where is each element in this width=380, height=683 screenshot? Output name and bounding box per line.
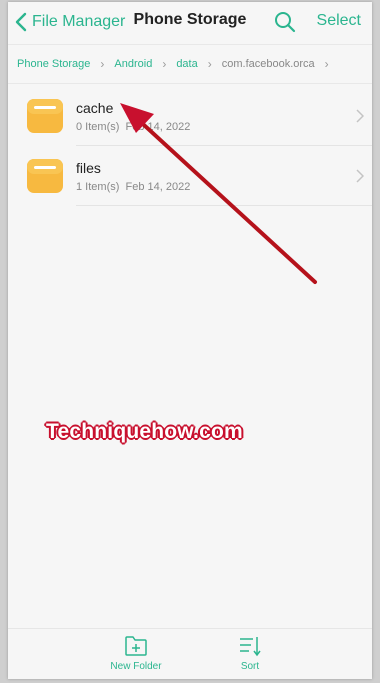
folder-row-cache[interactable]: cache 0 Item(s) Feb 14, 2022 [8, 86, 372, 146]
folder-meta: 0 Item(s) Feb 14, 2022 [76, 121, 190, 133]
folder-date: Feb 14, 2022 [125, 181, 191, 193]
breadcrumb-phone-storage[interactable]: Phone Storage [17, 58, 90, 70]
bottom-bar: New Folder Sort [8, 628, 372, 679]
folder-meta: 1 Item(s) Feb 14, 2022 [76, 181, 190, 193]
chevron-left-icon [15, 12, 27, 32]
top-bar: File Manager Phone Storage Select [8, 2, 372, 42]
sort-button[interactable]: Sort [210, 635, 290, 672]
new-folder-button[interactable]: New Folder [96, 635, 176, 672]
folder-row-files[interactable]: files 1 Item(s) Feb 14, 2022 [8, 146, 372, 206]
breadcrumb-android[interactable]: Android [114, 58, 152, 70]
sort-icon [240, 637, 261, 657]
new-folder-label: New Folder [110, 661, 162, 672]
watermark-text: Techniquehow.com [46, 420, 243, 443]
folder-list: cache 0 Item(s) Feb 14, 2022 files 1 Ite… [8, 86, 372, 206]
breadcrumb-separator-icon: › [324, 57, 329, 71]
breadcrumb-current[interactable]: com.facebook.orca [222, 58, 315, 70]
folder-plus-icon [125, 636, 147, 656]
chevron-right-icon [356, 169, 364, 183]
folder-date: Feb 14, 2022 [125, 121, 191, 133]
search-button[interactable] [272, 9, 298, 35]
breadcrumb-separator-icon: › [207, 57, 212, 71]
folder-item-count: 1 Item(s) [76, 181, 120, 193]
breadcrumb-data[interactable]: data [176, 58, 197, 70]
back-label: File Manager [32, 13, 126, 30]
breadcrumb-separator-icon: › [100, 57, 105, 71]
folder-icon [27, 99, 63, 133]
folder-icon [27, 159, 63, 193]
folder-name: files [76, 160, 101, 176]
sort-label: Sort [240, 661, 260, 672]
breadcrumb: Phone Storage › Android › data › com.fac… [8, 44, 372, 84]
folder-name: cache [76, 100, 114, 116]
select-button[interactable]: Select [317, 12, 361, 30]
folder-item-count: 0 Item(s) [76, 121, 120, 133]
back-button[interactable]: File Manager [14, 8, 125, 36]
row-divider [76, 205, 372, 206]
phone-screen: File Manager Phone Storage Select Phone … [8, 2, 372, 679]
breadcrumb-separator-icon: › [162, 57, 167, 71]
search-icon [275, 12, 296, 33]
chevron-right-icon [356, 109, 364, 123]
